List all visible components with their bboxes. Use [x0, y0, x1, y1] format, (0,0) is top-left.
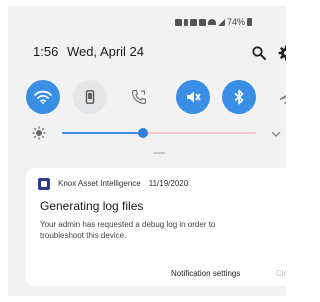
- notification-title: Generating log files: [40, 199, 144, 213]
- qs-bluetooth-toggle[interactable]: [222, 80, 256, 114]
- wifi-icon: [34, 90, 52, 104]
- sun-icon: [32, 126, 46, 140]
- search-icon: [252, 46, 266, 60]
- bluetooth-icon: [183, 18, 188, 26]
- notification-timestamp: 11/19/2020: [148, 179, 189, 188]
- notification-body: Your admin has requested a debug log in …: [40, 220, 216, 240]
- airplane-icon: [280, 92, 286, 104]
- brightness-slider-fill: [62, 132, 144, 134]
- gear-icon: [278, 45, 286, 61]
- vibrate-icon: [189, 18, 197, 26]
- qs-mute-toggle[interactable]: [176, 80, 210, 114]
- notification-app-name: Knox Asset Intelligence: [58, 179, 141, 188]
- battery-percent: 74%: [226, 17, 245, 27]
- settings-button[interactable]: [278, 45, 286, 61]
- panel-header: 1:56 Wed, April 24: [33, 44, 286, 64]
- knox-app-icon: [38, 178, 50, 190]
- clear-button[interactable]: Clear: [276, 269, 286, 278]
- status-bar: 74%: [174, 16, 252, 28]
- chevron-down-icon: [271, 131, 281, 137]
- mute-icon: [187, 91, 201, 103]
- brightness-slider[interactable]: [62, 128, 256, 138]
- signal-icon: [217, 18, 225, 26]
- battery-icon: [247, 18, 252, 26]
- qs-airplane-toggle[interactable]: [270, 80, 286, 114]
- brightness-control: [32, 124, 286, 142]
- notification-settings-button[interactable]: Notification settings: [171, 269, 240, 278]
- mute-icon: [198, 18, 206, 26]
- wifi-icon: [207, 19, 216, 25]
- panel-drag-handle[interactable]: [153, 152, 165, 154]
- notification-card[interactable]: Knox Asset Intelligence 11/19/2020 Genera…: [26, 168, 286, 286]
- date[interactable]: Wed, April 24: [67, 44, 144, 59]
- notification-header: Knox Asset Intelligence 11/19/2020: [58, 179, 188, 188]
- quick-settings: [26, 80, 286, 116]
- qs-call-toggle[interactable]: [122, 80, 156, 114]
- clock-date: 1:56 Wed, April 24: [33, 44, 144, 59]
- search-button[interactable]: [252, 46, 266, 60]
- nfc-icon: [174, 18, 182, 26]
- qs-wifi-toggle[interactable]: [26, 80, 60, 114]
- phone-call-icon: [131, 89, 147, 105]
- expand-button[interactable]: [270, 127, 282, 139]
- notification-panel: 74% 1:56 Wed, April 24 Knox Asset Intell…: [8, 6, 286, 296]
- qs-portrait-toggle[interactable]: [73, 80, 107, 114]
- phone-portrait-icon: [85, 90, 95, 104]
- clock-time[interactable]: 1:56: [33, 44, 58, 59]
- brightness-slider-thumb[interactable]: [138, 128, 149, 138]
- bluetooth-icon: [234, 89, 244, 105]
